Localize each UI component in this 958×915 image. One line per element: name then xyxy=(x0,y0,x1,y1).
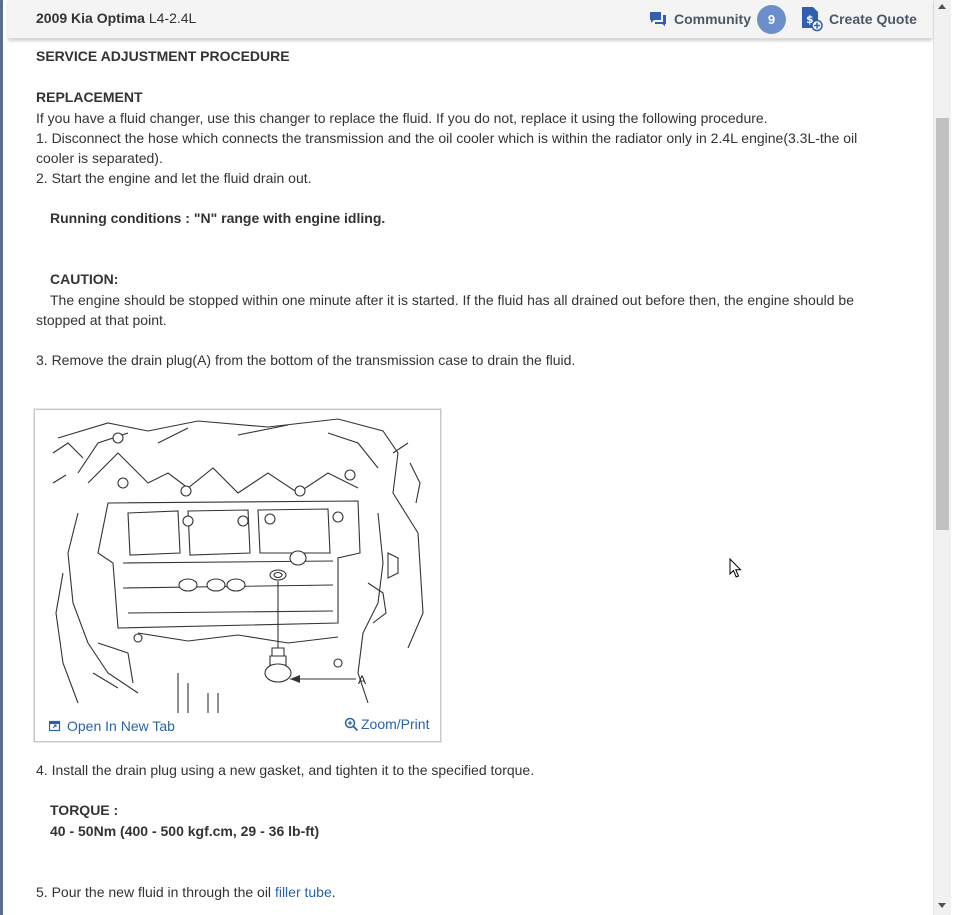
caution-line-1: The engine should be stopped within one … xyxy=(50,292,854,308)
torque-heading: TORQUE : xyxy=(50,802,119,818)
running-conditions: Running conditions : "N" range with engi… xyxy=(50,210,386,226)
transmission-drain-plug-diagram[interactable]: A xyxy=(38,413,437,713)
mouse-pointer-icon xyxy=(729,558,742,578)
replacement-heading: REPLACEMENT xyxy=(36,89,143,105)
vertical-scrollbar[interactable] xyxy=(933,0,951,915)
vehicle-name: 2009 Kia Optima xyxy=(36,10,145,26)
window-left-edge xyxy=(0,0,3,915)
step-5-period: . xyxy=(331,884,336,900)
step-5: 5. Pour the new fluid in through the oil… xyxy=(36,882,336,902)
open-in-new-tab-link[interactable]: Open In New Tab xyxy=(49,718,175,734)
window-right-edge xyxy=(951,0,958,915)
community-button[interactable]: Community 9 xyxy=(649,4,786,34)
caution-line-2: stopped at that point. xyxy=(36,312,167,328)
section-title: SERVICE ADJUSTMENT PROCEDURE xyxy=(36,48,290,64)
step-2: 2. Start the engine and let the fluid dr… xyxy=(36,170,312,186)
open-in-new-tab-label: Open In New Tab xyxy=(67,718,175,734)
intro-text: If you have a fluid changer, use this ch… xyxy=(36,110,768,126)
drain-plug-figure: A Open In New Tab Zoom/Print xyxy=(34,409,441,742)
caution-heading: CAUTION: xyxy=(50,271,119,287)
magnifier-plus-icon xyxy=(344,717,359,731)
step-3: 3. Remove the drain plug(A) from the bot… xyxy=(36,352,576,368)
vehicle-title: 2009 Kia Optima L4-2.4L xyxy=(36,10,196,26)
quote-document-icon: $ xyxy=(802,7,823,32)
step-1-line-2: cooler is separated). xyxy=(36,150,163,166)
community-count-badge: 9 xyxy=(757,4,786,34)
scroll-up-arrow-icon[interactable] xyxy=(938,4,946,9)
step-1-line-1: 1. Disconnect the hose which connects th… xyxy=(36,130,858,146)
create-quote-label: Create Quote xyxy=(829,11,917,27)
zoom-print-label: Zoom/Print xyxy=(361,716,430,732)
step-5-text: 5. Pour the new fluid in through the oil xyxy=(36,884,275,900)
community-label: Community xyxy=(674,11,751,27)
chat-bubbles-icon xyxy=(650,12,666,27)
create-quote-button[interactable]: $ Create Quote xyxy=(800,5,917,33)
torque-value: 40 - 50Nm (400 - 500 kgf.cm, 29 - 36 lb-… xyxy=(50,823,320,839)
filler-tube-link[interactable]: filler tube xyxy=(275,884,332,900)
callout-label-a: A xyxy=(358,673,366,687)
zoom-print-link[interactable]: Zoom/Print xyxy=(344,716,429,732)
scroll-down-arrow-icon[interactable] xyxy=(938,903,946,908)
scrollbar-thumb[interactable] xyxy=(936,118,949,530)
header-bar: 2009 Kia Optima L4-2.4L Community 9 $ Cr… xyxy=(8,0,932,39)
vehicle-engine: L4-2.4L xyxy=(148,10,197,26)
step-4: 4. Install the drain plug using a new ga… xyxy=(36,762,535,778)
open-new-tab-icon xyxy=(49,720,61,732)
